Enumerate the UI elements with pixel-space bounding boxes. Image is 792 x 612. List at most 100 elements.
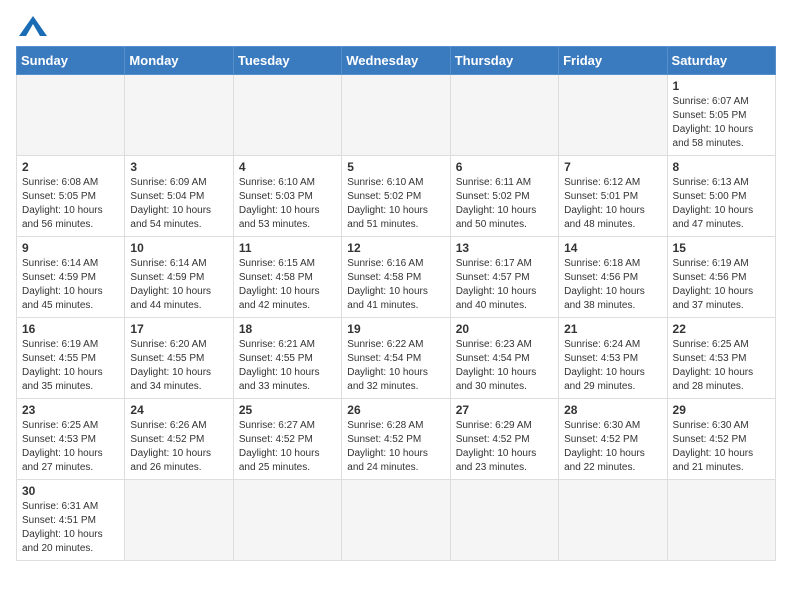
day-info: Sunrise: 6:28 AM Sunset: 4:52 PM Dayligh…: [347, 419, 444, 475]
date-number: 30: [22, 484, 119, 498]
day-info: Sunrise: 6:22 AM Sunset: 4:54 PM Dayligh…: [347, 338, 444, 394]
day-info: Sunrise: 6:30 AM Sunset: 4:52 PM Dayligh…: [673, 419, 770, 475]
day-info: Sunrise: 6:13 AM Sunset: 5:00 PM Dayligh…: [673, 176, 770, 232]
calendar-cell: 30 Sunrise: 6:31 AM Sunset: 4:51 PM Dayli…: [17, 480, 125, 561]
day-info: Sunrise: 6:26 AM Sunset: 4:52 PM Dayligh…: [130, 419, 227, 475]
calendar-cell: 1Sunrise: 6:07 AM Sunset: 5:05 PM Daylig…: [667, 75, 775, 156]
day-info: Sunrise: 6:15 AM Sunset: 4:58 PM Dayligh…: [239, 257, 336, 313]
calendar-cell: 21Sunrise: 6:24 AM Sunset: 4:53 PM Dayli…: [559, 318, 667, 399]
calendar-cell: 18 Sunrise: 6:21 AM Sunset: 4:55 PM Dayli…: [233, 318, 341, 399]
calendar-cell: [559, 75, 667, 156]
calendar-cell: 2 Sunrise: 6:08 AM Sunset: 5:05 PM Daylig…: [17, 156, 125, 237]
calendar-cell: 24 Sunrise: 6:26 AM Sunset: 4:52 PM Dayli…: [125, 399, 233, 480]
day-info: Sunrise: 6:14 AM Sunset: 4:59 PM Dayligh…: [22, 257, 119, 313]
calendar-week-3: 9 Sunrise: 6:14 AM Sunset: 4:59 PM Daylig…: [17, 237, 776, 318]
day-info: Sunrise: 6:18 AM Sunset: 4:56 PM Dayligh…: [564, 257, 661, 313]
calendar-cell: [559, 480, 667, 561]
date-number: 5: [347, 160, 444, 174]
calendar-week-1: 1Sunrise: 6:07 AM Sunset: 5:05 PM Daylig…: [17, 75, 776, 156]
calendar-cell: [233, 480, 341, 561]
calendar-cell: 16 Sunrise: 6:19 AM Sunset: 4:55 PM Dayli…: [17, 318, 125, 399]
day-info: Sunrise: 6:21 AM Sunset: 4:55 PM Dayligh…: [239, 338, 336, 394]
date-number: 16: [22, 322, 119, 336]
calendar-cell: 19 Sunrise: 6:22 AM Sunset: 4:54 PM Dayli…: [342, 318, 450, 399]
day-header-monday: Monday: [125, 47, 233, 75]
day-info: Sunrise: 6:10 AM Sunset: 5:02 PM Dayligh…: [347, 176, 444, 232]
day-info: Sunrise: 6:12 AM Sunset: 5:01 PM Dayligh…: [564, 176, 661, 232]
day-info: Sunrise: 6:08 AM Sunset: 5:05 PM Dayligh…: [22, 176, 119, 232]
date-number: 15: [673, 241, 770, 255]
calendar-cell: [342, 75, 450, 156]
day-info: Sunrise: 6:11 AM Sunset: 5:02 PM Dayligh…: [456, 176, 553, 232]
day-info: Sunrise: 6:29 AM Sunset: 4:52 PM Dayligh…: [456, 419, 553, 475]
date-number: 3: [130, 160, 227, 174]
date-number: 7: [564, 160, 661, 174]
calendar-cell: [125, 480, 233, 561]
calendar-cell: [450, 75, 558, 156]
calendar-cell: 27 Sunrise: 6:29 AM Sunset: 4:52 PM Dayli…: [450, 399, 558, 480]
day-info: Sunrise: 6:25 AM Sunset: 4:53 PM Dayligh…: [673, 338, 770, 394]
date-number: 18: [239, 322, 336, 336]
day-info: Sunrise: 6:10 AM Sunset: 5:03 PM Dayligh…: [239, 176, 336, 232]
date-number: 2: [22, 160, 119, 174]
date-number: 6: [456, 160, 553, 174]
calendar-cell: 22 Sunrise: 6:25 AM Sunset: 4:53 PM Dayli…: [667, 318, 775, 399]
date-number: 26: [347, 403, 444, 417]
day-info: Sunrise: 6:19 AM Sunset: 4:55 PM Dayligh…: [22, 338, 119, 394]
date-number: 22: [673, 322, 770, 336]
day-info: Sunrise: 6:27 AM Sunset: 4:52 PM Dayligh…: [239, 419, 336, 475]
calendar-cell: 8 Sunrise: 6:13 AM Sunset: 5:00 PM Daylig…: [667, 156, 775, 237]
calendar-cell: 25 Sunrise: 6:27 AM Sunset: 4:52 PM Dayli…: [233, 399, 341, 480]
calendar-cell: 17 Sunrise: 6:20 AM Sunset: 4:55 PM Dayli…: [125, 318, 233, 399]
day-info: Sunrise: 6:23 AM Sunset: 4:54 PM Dayligh…: [456, 338, 553, 394]
date-number: 19: [347, 322, 444, 336]
calendar-cell: 9 Sunrise: 6:14 AM Sunset: 4:59 PM Daylig…: [17, 237, 125, 318]
day-header-sunday: Sunday: [17, 47, 125, 75]
calendar-cell: 4 Sunrise: 6:10 AM Sunset: 5:03 PM Daylig…: [233, 156, 341, 237]
date-number: 25: [239, 403, 336, 417]
date-number: 4: [239, 160, 336, 174]
day-header-thursday: Thursday: [450, 47, 558, 75]
day-info: Sunrise: 6:09 AM Sunset: 5:04 PM Dayligh…: [130, 176, 227, 232]
day-info: Sunrise: 6:07 AM Sunset: 5:05 PM Dayligh…: [673, 95, 770, 151]
day-info: Sunrise: 6:20 AM Sunset: 4:55 PM Dayligh…: [130, 338, 227, 394]
logo: [16, 16, 47, 36]
calendar-cell: [450, 480, 558, 561]
date-number: 12: [347, 241, 444, 255]
day-info: Sunrise: 6:31 AM Sunset: 4:51 PM Dayligh…: [22, 500, 119, 556]
calendar-cell: 3 Sunrise: 6:09 AM Sunset: 5:04 PM Daylig…: [125, 156, 233, 237]
date-number: 9: [22, 241, 119, 255]
calendar-cell: 28 Sunrise: 6:30 AM Sunset: 4:52 PM Dayli…: [559, 399, 667, 480]
calendar-cell: [233, 75, 341, 156]
calendar-cell: 6 Sunrise: 6:11 AM Sunset: 5:02 PM Daylig…: [450, 156, 558, 237]
date-number: 17: [130, 322, 227, 336]
calendar-cell: 12Sunrise: 6:16 AM Sunset: 4:58 PM Dayli…: [342, 237, 450, 318]
day-header-tuesday: Tuesday: [233, 47, 341, 75]
date-number: 8: [673, 160, 770, 174]
calendar-cell: 26 Sunrise: 6:28 AM Sunset: 4:52 PM Dayli…: [342, 399, 450, 480]
calendar-cell: 7 Sunrise: 6:12 AM Sunset: 5:01 PM Daylig…: [559, 156, 667, 237]
calendar-cell: 10Sunrise: 6:14 AM Sunset: 4:59 PM Dayli…: [125, 237, 233, 318]
date-number: 29: [673, 403, 770, 417]
calendar-cell: 13Sunrise: 6:17 AM Sunset: 4:57 PM Dayli…: [450, 237, 558, 318]
date-number: 10: [130, 241, 227, 255]
date-number: 28: [564, 403, 661, 417]
date-number: 11: [239, 241, 336, 255]
calendar-cell: 15Sunrise: 6:19 AM Sunset: 4:56 PM Dayli…: [667, 237, 775, 318]
day-header-saturday: Saturday: [667, 47, 775, 75]
logo-icon: [19, 16, 47, 36]
calendar-cell: 23Sunrise: 6:25 AM Sunset: 4:53 PM Dayli…: [17, 399, 125, 480]
date-number: 24: [130, 403, 227, 417]
calendar-cell: [667, 480, 775, 561]
calendar-cell: 11 Sunrise: 6:15 AM Sunset: 4:58 PM Dayli…: [233, 237, 341, 318]
day-info: Sunrise: 6:30 AM Sunset: 4:52 PM Dayligh…: [564, 419, 661, 475]
calendar-cell: 20 Sunrise: 6:23 AM Sunset: 4:54 PM Dayli…: [450, 318, 558, 399]
date-number: 14: [564, 241, 661, 255]
calendar-header-row: SundayMondayTuesdayWednesdayThursdayFrid…: [17, 47, 776, 75]
calendar-week-5: 23Sunrise: 6:25 AM Sunset: 4:53 PM Dayli…: [17, 399, 776, 480]
date-number: 27: [456, 403, 553, 417]
day-info: Sunrise: 6:25 AM Sunset: 4:53 PM Dayligh…: [22, 419, 119, 475]
day-info: Sunrise: 6:24 AM Sunset: 4:53 PM Dayligh…: [564, 338, 661, 394]
date-number: 20: [456, 322, 553, 336]
page-header: [16, 16, 776, 36]
